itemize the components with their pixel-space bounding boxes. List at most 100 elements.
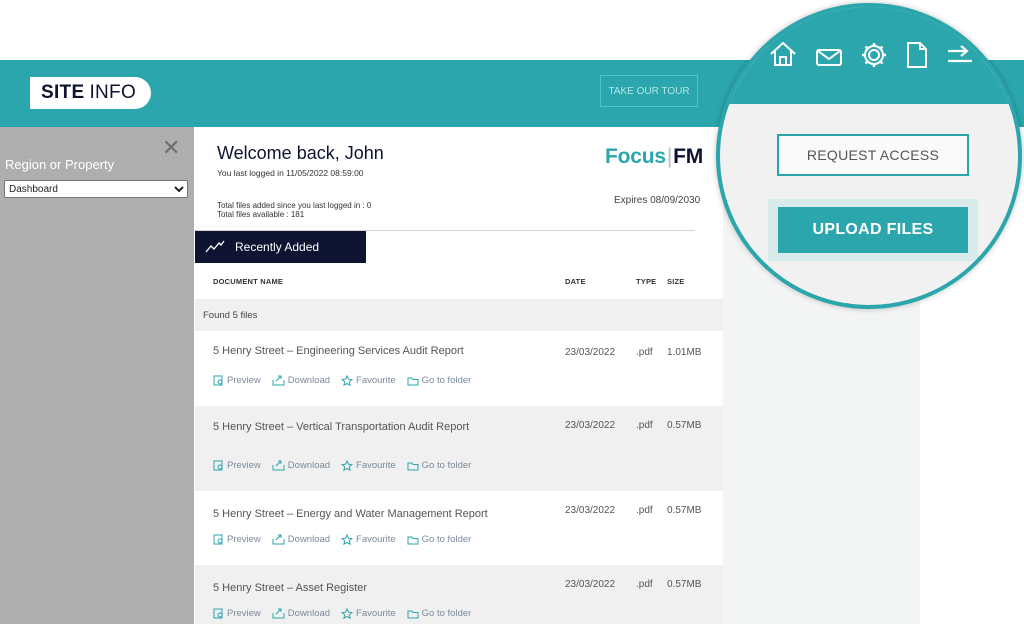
preview-label: Preview [227, 534, 261, 545]
preview-icon [213, 534, 223, 545]
go-to-folder-link[interactable]: Go to folder [407, 460, 472, 471]
brand-focus: Focus [605, 145, 666, 168]
files-available-text: Total files available : 181 [217, 210, 305, 219]
upload-files-button[interactable]: UPLOAD FILES [778, 207, 968, 253]
take-tour-button[interactable]: TAKE OUR TOUR [600, 75, 698, 107]
logo-light-text: INFO [89, 82, 137, 103]
download-icon [272, 534, 285, 545]
logo-bold-text: SITE [41, 82, 85, 103]
go-to-folder-link[interactable]: Go to folder [407, 608, 471, 619]
favourite-label: Favourite [356, 460, 396, 471]
close-icon[interactable]: ✕ [162, 137, 180, 159]
folder-label: Go to folder [421, 460, 472, 471]
files-added-text: Total files added since you last logged … [217, 201, 372, 210]
document-icon[interactable] [905, 41, 929, 69]
activity-icon [205, 240, 225, 253]
document-size: 0.57MB [667, 505, 702, 516]
request-access-button[interactable]: REQUEST ACCESS [777, 134, 969, 176]
tab-recently-added[interactable]: Recently Added [195, 231, 366, 263]
welcome-heading: Welcome back, John [217, 143, 384, 163]
document-type: .pdf [636, 505, 653, 516]
preview-label: Preview [227, 608, 261, 619]
document-size: 1.01MB [667, 347, 702, 358]
row-actions: Preview Download Favourite Go to folder [213, 375, 471, 386]
document-name[interactable]: 5 Henry Street – Energy and Water Manage… [213, 508, 488, 520]
expires-text: Expires 08/09/2030 [614, 195, 701, 206]
favourite-link[interactable]: Favourite [341, 375, 396, 386]
last-logged-text: You last logged in 11/05/2022 08:59:00 [217, 168, 364, 178]
download-icon [272, 608, 285, 619]
preview-link[interactable]: Preview [213, 460, 261, 471]
document-date: 23/03/2022 [565, 347, 616, 358]
folder-icon [407, 462, 419, 470]
document-date: 23/03/2022 [565, 579, 616, 590]
download-link[interactable]: Download [272, 534, 330, 545]
column-size[interactable]: SIZE [667, 277, 684, 286]
column-date[interactable]: DATE [565, 277, 586, 286]
document-type: .pdf [636, 579, 653, 590]
home-icon[interactable] [768, 41, 798, 67]
download-icon [272, 375, 285, 386]
mail-icon[interactable] [815, 41, 843, 67]
favourite-link[interactable]: Favourite [341, 608, 396, 619]
document-name[interactable]: 5 Henry Street – Asset Register [213, 582, 367, 594]
favourite-label: Favourite [356, 608, 396, 619]
download-icon [272, 460, 285, 471]
column-type[interactable]: TYPE [636, 277, 656, 286]
download-link[interactable]: Download [272, 608, 330, 619]
preview-icon [213, 375, 223, 386]
preview-link[interactable]: Preview [213, 534, 261, 545]
star-icon [341, 375, 354, 386]
document-name[interactable]: 5 Henry Street – Engineering Services Au… [213, 345, 464, 357]
table-row[interactable]: 5 Henry Street – Asset Register 23/03/20… [195, 565, 723, 624]
favourite-label: Favourite [356, 534, 396, 545]
upload-files-highlight: UPLOAD FILES [768, 199, 978, 261]
preview-icon [213, 608, 223, 619]
preview-label: Preview [227, 375, 261, 386]
preview-link[interactable]: Preview [213, 375, 261, 386]
sidebar: ✕ Region or Property Dashboard [0, 127, 194, 624]
column-document-name[interactable]: DOCUMENT NAME [213, 277, 283, 286]
totals-text: Total files added since you last logged … [217, 201, 371, 219]
found-files-text: Found 5 files [195, 299, 723, 331]
favourite-link[interactable]: Favourite [341, 460, 396, 471]
download-label: Download [287, 460, 331, 471]
magnifier-callout: REQUEST ACCESS UPLOAD FILES urites [716, 3, 1022, 309]
table-row[interactable]: 5 Henry Street – Vertical Transportation… [195, 406, 723, 491]
table-row[interactable]: 5 Henry Street – Energy and Water Manage… [195, 491, 723, 565]
go-to-folder-link[interactable]: Go to folder [407, 375, 472, 386]
document-size: 0.57MB [667, 579, 702, 590]
download-label: Download [287, 534, 331, 545]
gear-icon[interactable] [860, 41, 888, 69]
folder-label: Go to folder [421, 375, 472, 386]
document-size: 0.57MB [667, 420, 702, 431]
preview-icon [213, 460, 223, 471]
logout-icon[interactable] [946, 41, 974, 67]
document-type: .pdf [636, 420, 653, 431]
row-actions: Preview Download Favourite Go to folder [213, 534, 471, 545]
download-link[interactable]: Download [272, 375, 330, 386]
favourite-link[interactable]: Favourite [341, 534, 396, 545]
document-date: 23/03/2022 [565, 505, 616, 516]
main-panel: Welcome back, John You last logged in 11… [195, 127, 723, 624]
table-header: DOCUMENT NAME DATE TYPE SIZE [195, 277, 723, 291]
region-label: Region or Property [5, 157, 115, 172]
site-info-logo[interactable]: SITE INFO [30, 77, 151, 109]
table-row[interactable]: 5 Henry Street – Engineering Services Au… [195, 331, 723, 406]
favourite-label: Favourite [356, 375, 396, 386]
folder-icon [407, 377, 419, 385]
brand-fm: FM [673, 145, 704, 168]
document-name[interactable]: 5 Henry Street – Vertical Transportation… [213, 421, 469, 433]
preview-label: Preview [227, 460, 261, 471]
row-actions: Preview Download Favourite Go to folder [213, 460, 471, 471]
go-to-folder-link[interactable]: Go to folder [407, 534, 471, 545]
preview-link[interactable]: Preview [213, 608, 261, 619]
brand-separator: | [666, 145, 673, 168]
download-label: Download [287, 608, 331, 619]
folder-icon [407, 610, 419, 618]
focus-fm-logo: Focus|FM [605, 145, 703, 169]
star-icon [341, 608, 354, 619]
document-date: 23/03/2022 [565, 420, 616, 431]
region-select[interactable]: Dashboard [4, 180, 188, 198]
download-link[interactable]: Download [272, 460, 330, 471]
